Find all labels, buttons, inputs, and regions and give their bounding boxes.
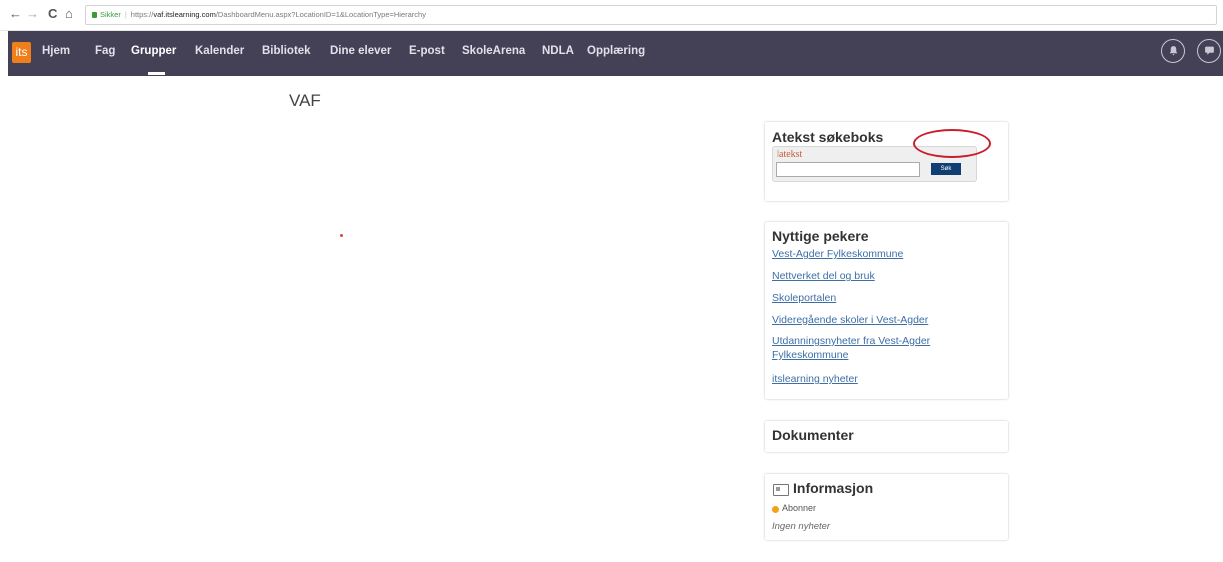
documents-panel: Dokumenter — [765, 421, 1008, 452]
link-itslearning-nyheter[interactable]: itslearning nyheter — [772, 372, 858, 386]
nav-item-skolearena[interactable]: SkoleArena — [462, 45, 525, 57]
marker-dot — [340, 234, 343, 237]
useful-links-title: Nyttige pekere — [772, 228, 869, 244]
lock-icon — [92, 12, 97, 18]
link-vest-agder-fylkeskommune[interactable]: Vest-Agder Fylkeskommune — [772, 247, 903, 261]
url-path: /DashboardMenu.aspx?LocationID=1&Locatio… — [215, 10, 426, 19]
browser-toolbar: ← → C ⌂ Sikker | https://vaf.itslearning.c… — [0, 0, 1223, 31]
atekst-logo: ǀatekst — [777, 149, 803, 160]
url-scheme: https:// — [130, 10, 154, 19]
secure-label: Sikker — [100, 10, 121, 19]
nav-item-e-post[interactable]: E-post — [409, 45, 445, 57]
nav-item-hjem[interactable]: Hjem — [42, 45, 70, 57]
reload-icon[interactable]: C — [48, 6, 57, 22]
newspaper-icon — [773, 484, 789, 496]
bell-icon[interactable] — [1161, 39, 1185, 63]
nav-item-kalender[interactable]: Kalender — [195, 45, 244, 57]
information-title: Informasjon — [793, 480, 874, 496]
forward-icon[interactable]: → — [26, 6, 39, 22]
nav-item-bibliotek[interactable]: Bibliotek — [262, 45, 311, 57]
subscribe-link[interactable]: Abonner — [782, 503, 816, 513]
nav-item-ndla[interactable]: NDLA — [542, 45, 574, 57]
main-navbar: its Hjem Fag Grupper Kalender Bibliotek … — [8, 31, 1223, 76]
page-title: VAF — [289, 91, 321, 110]
chat-icon[interactable] — [1197, 39, 1221, 63]
no-news-text: Ingen nyheter — [772, 521, 831, 532]
link-utdanningsnyheter[interactable]: Utdanningsnyheter fra Vest-Agder — [772, 334, 930, 348]
nav-item-fag[interactable]: Fag — [95, 45, 115, 57]
link-videregaende-skoler[interactable]: Videregående skoler i Vest-Agder — [772, 313, 928, 327]
documents-title[interactable]: Dokumenter — [772, 427, 854, 443]
url-host: vaf.itslearning.com — [153, 10, 216, 19]
atekst-panel: Atekst søkeboks ǀatekst Søk — [765, 122, 1008, 201]
subscribe-icon[interactable] — [772, 506, 779, 513]
itslearning-logo[interactable]: its — [12, 42, 31, 63]
highlight-annotation — [913, 129, 991, 158]
nav-item-opplaering[interactable]: Opplæring — [587, 45, 645, 57]
link-skoleportalen[interactable]: Skoleportalen — [772, 291, 836, 305]
atekst-search-input[interactable] — [776, 162, 920, 177]
link-nettverket[interactable]: Nettverket del og bruk — [772, 269, 875, 283]
address-bar[interactable]: Sikker | https://vaf.itslearning.com/Dashb… — [85, 5, 1217, 25]
home-icon[interactable]: ⌂ — [65, 6, 73, 22]
atekst-title: Atekst søkeboks — [772, 129, 884, 145]
useful-links-panel: Nyttige pekere Vest-Agder Fylkeskommune … — [765, 222, 1008, 399]
nav-item-grupper[interactable]: Grupper — [131, 45, 176, 57]
information-panel: Informasjon Abonner Ingen nyheter — [765, 474, 1008, 540]
nav-item-dine-elever[interactable]: Dine elever — [330, 45, 391, 57]
back-icon[interactable]: ← — [9, 6, 22, 22]
link-utdanningsnyheter-line2[interactable]: Fylkeskommune — [772, 348, 848, 362]
atekst-search-button[interactable]: Søk — [931, 163, 961, 175]
active-tab-indicator — [148, 72, 165, 75]
